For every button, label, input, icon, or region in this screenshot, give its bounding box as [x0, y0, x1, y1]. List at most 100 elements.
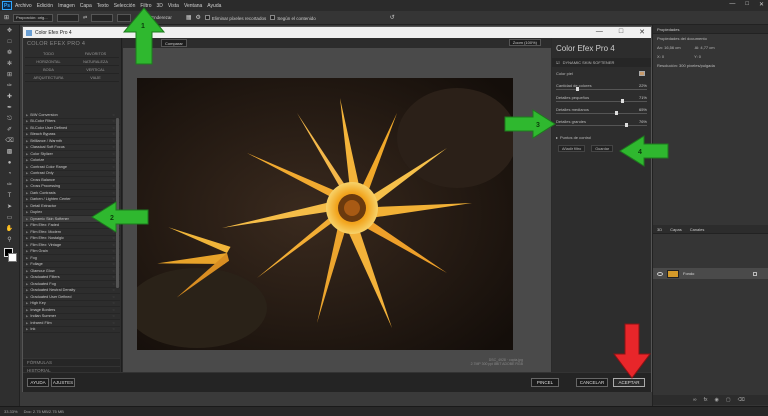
- favorite-star-icon[interactable]: ☆: [112, 132, 115, 136]
- settings-button[interactable]: AJUSTES: [51, 378, 75, 387]
- favorite-star-icon[interactable]: ☆: [112, 256, 115, 260]
- favorite-star-icon[interactable]: ☆: [112, 301, 115, 305]
- menu-vista[interactable]: Vista: [168, 3, 179, 9]
- param-small-details[interactable]: Detalles pequeños 71%: [552, 91, 651, 103]
- close-icon[interactable]: ✕: [639, 28, 645, 36]
- move-tool-icon[interactable]: ✥: [4, 27, 16, 36]
- reset-icon[interactable]: ↺: [390, 14, 395, 21]
- favorite-star-icon[interactable]: ☆: [112, 275, 115, 279]
- tab-3d[interactable]: 3D: [657, 227, 662, 232]
- pen-tool-icon[interactable]: ✑: [4, 181, 16, 190]
- category-vertical[interactable]: VERTICAL: [72, 66, 119, 74]
- grid-overlay-icon[interactable]: ▦: [186, 14, 192, 21]
- slider-track[interactable]: [556, 99, 647, 103]
- param-medium-details[interactable]: Detalles medianos 65%: [552, 103, 651, 115]
- image-preview[interactable]: [137, 78, 513, 350]
- category-horizontal[interactable]: HORIZONTAL: [25, 58, 72, 66]
- menu-ayuda[interactable]: Ayuda: [207, 3, 221, 9]
- skin-color-swatch[interactable]: [639, 70, 645, 76]
- lasso-tool-icon[interactable]: ❁: [4, 49, 16, 58]
- history-brush-tool-icon[interactable]: ✐: [4, 126, 16, 135]
- favorite-star-icon[interactable]: ☆: [112, 262, 115, 266]
- favorite-star-icon[interactable]: ☆: [112, 152, 115, 156]
- zoom-select[interactable]: Zoom (100%): [508, 39, 541, 46]
- brush-button[interactable]: PINCEL: [531, 378, 559, 387]
- minimize-icon[interactable]: —: [596, 28, 603, 36]
- type-tool-icon[interactable]: T: [4, 192, 16, 201]
- help-button[interactable]: AYUDA: [27, 378, 49, 387]
- favorite-star-icon[interactable]: ☆: [112, 113, 115, 117]
- favorite-star-icon[interactable]: ☆: [112, 119, 115, 123]
- layer-row[interactable]: Fondo: [653, 268, 768, 279]
- favorite-star-icon[interactable]: ☆: [112, 191, 115, 195]
- content-aware-checkbox[interactable]: Según el contenido: [270, 14, 316, 21]
- filter-panel-header[interactable]: ☑ DYNAMIC SKIN SOFTENER: [552, 58, 651, 67]
- favorite-star-icon[interactable]: ☆: [112, 145, 115, 149]
- favorite-star-icon[interactable]: ☆: [112, 249, 115, 253]
- height-input[interactable]: [91, 13, 114, 22]
- favorite-star-icon[interactable]: ☆: [112, 184, 115, 188]
- mask-icon[interactable]: ◉: [714, 397, 718, 403]
- favorite-star-icon[interactable]: ☆: [112, 158, 115, 162]
- slider-track[interactable]: [556, 123, 647, 127]
- add-filter-button[interactable]: Añadir filtro: [558, 145, 586, 152]
- favorite-star-icon[interactable]: ☆: [112, 288, 115, 292]
- brush-tool-icon[interactable]: ✒: [4, 104, 16, 113]
- shape-tool-icon[interactable]: ▭: [4, 214, 16, 223]
- menu-archivo[interactable]: Archivo: [15, 3, 32, 9]
- hand-tool-icon[interactable]: ✋: [4, 225, 16, 234]
- link-icon[interactable]: ∞: [693, 397, 697, 403]
- background-color-swatch[interactable]: [8, 253, 17, 262]
- crop-tool-icon[interactable]: ⊞: [4, 71, 16, 80]
- path-select-tool-icon[interactable]: ➤: [4, 203, 16, 212]
- eraser-tool-icon[interactable]: ⌫: [4, 137, 16, 146]
- blur-tool-icon[interactable]: ●: [4, 159, 16, 168]
- favorite-star-icon[interactable]: ☆: [112, 321, 115, 325]
- stamp-tool-icon[interactable]: ⎋: [4, 115, 16, 124]
- eyedropper-tool-icon[interactable]: ✑: [4, 82, 16, 91]
- tab-capas[interactable]: Capas: [670, 227, 682, 232]
- category-viaje[interactable]: VIAJE: [72, 74, 119, 82]
- zoom-level[interactable]: 33.33%: [4, 409, 18, 414]
- category-arquitectura[interactable]: ARQUITECTURA: [25, 74, 72, 82]
- swap-icon[interactable]: ⇄: [83, 15, 87, 21]
- favorite-star-icon[interactable]: ☆: [112, 295, 115, 299]
- save-button[interactable]: Guardar: [591, 145, 614, 152]
- favorite-star-icon[interactable]: ☆: [112, 165, 115, 169]
- menu-texto[interactable]: Texto: [97, 3, 109, 9]
- minimize-icon[interactable]: —: [729, 1, 735, 8]
- fx-icon[interactable]: fx: [704, 397, 708, 403]
- slider-track[interactable]: [556, 87, 647, 91]
- menu-capa[interactable]: Capa: [80, 3, 92, 9]
- category-todo[interactable]: TODO: [25, 50, 72, 58]
- tab-canales[interactable]: Canales: [690, 227, 705, 232]
- eye-icon[interactable]: [657, 271, 663, 276]
- favorite-star-icon[interactable]: ☆: [112, 178, 115, 182]
- healing-tool-icon[interactable]: ✚: [4, 93, 16, 102]
- menu-edicion[interactable]: Edición: [37, 3, 53, 9]
- delete-cropped-checkbox[interactable]: Eliminar píxeles recortados: [204, 14, 266, 21]
- folder-icon[interactable]: ▢: [726, 397, 731, 403]
- zoom-tool-icon[interactable]: ⚲: [4, 236, 16, 245]
- marquee-tool-icon[interactable]: □: [4, 38, 16, 47]
- dodge-tool-icon[interactable]: ◔: [4, 170, 16, 179]
- properties-tab[interactable]: Propiedades: [653, 25, 768, 34]
- slider-thumb[interactable]: [625, 123, 629, 127]
- proportion-select[interactable]: Proporción: orig...: [13, 13, 54, 22]
- slider-track[interactable]: [556, 111, 647, 115]
- favorite-star-icon[interactable]: ☆: [112, 171, 115, 175]
- favorite-star-icon[interactable]: ☆: [112, 282, 115, 286]
- recipes-section[interactable]: FÓRMULAS: [23, 358, 120, 366]
- param-large-details[interactable]: Detalles grandes 76%: [552, 115, 651, 127]
- filter-list-item[interactable]: ▶ Ink ☆: [23, 327, 120, 333]
- favorite-star-icon[interactable]: ☆: [112, 308, 115, 312]
- param-skin-color[interactable]: Color piel: [552, 67, 651, 79]
- favorite-star-icon[interactable]: ☆: [112, 269, 115, 273]
- category-naturaleza[interactable]: NATURALEZA: [72, 58, 119, 66]
- favorite-star-icon[interactable]: ☆: [112, 139, 115, 143]
- maximize-icon[interactable]: □: [619, 28, 623, 36]
- trash-icon[interactable]: ⌫: [738, 397, 745, 403]
- category-favoritos[interactable]: FAVORITOS: [72, 50, 119, 58]
- settings-gear-icon[interactable]: ⚙: [196, 14, 201, 21]
- favorite-star-icon[interactable]: ☆: [112, 327, 115, 331]
